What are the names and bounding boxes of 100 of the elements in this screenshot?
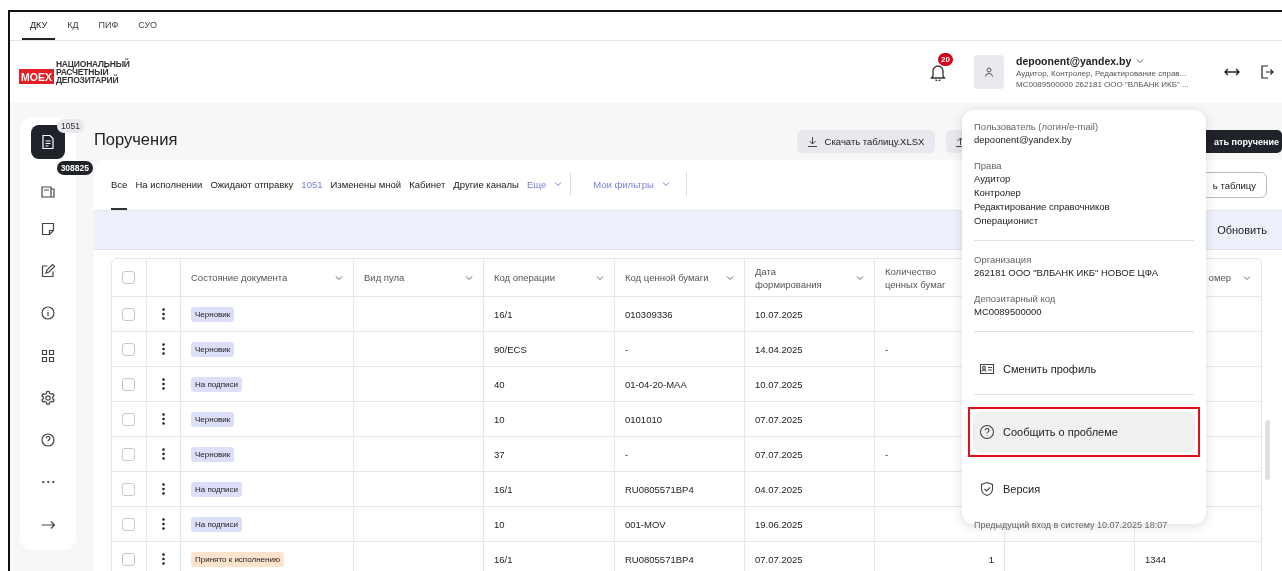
refresh-button[interactable]: Обновить (1217, 224, 1267, 236)
page-title: Поручения (94, 130, 178, 149)
filter-tab[interactable]: Изменены мной (330, 160, 402, 210)
id-card-icon (979, 361, 995, 377)
table-cell: - (885, 343, 889, 355)
table-cell: 19.06.2025 (755, 518, 803, 530)
user-roles: Аудитор, Контролер, Редактирование справ... (1016, 69, 1188, 78)
chevron-down-icon (596, 274, 604, 281)
resize-arrows-icon[interactable] (1224, 68, 1240, 76)
checkbox[interactable] (122, 552, 135, 566)
checkbox[interactable] (122, 517, 135, 531)
checkbox[interactable] (122, 342, 135, 356)
field-value: Аудитор (974, 172, 1012, 186)
menu-item[interactable]: Версия (973, 469, 1195, 509)
table-cell: RU0805571BP4 (625, 553, 694, 565)
more-vertical-icon[interactable] (162, 553, 165, 565)
status-tag: Черновик (191, 446, 235, 462)
column-header[interactable]: Состояние документа (191, 271, 343, 284)
my-filters-dropdown[interactable]: Мои фильтры (593, 160, 670, 210)
status-tag: На подписи (191, 376, 242, 392)
column-header[interactable]: Код ценной бумаги (625, 271, 734, 284)
upload-icon (956, 136, 965, 147)
table-cell: 001-MOV (625, 518, 666, 530)
status-tag: Черновик (191, 411, 235, 427)
table-cell: 04.07.2025 (755, 483, 803, 495)
table-cell: 0101010 (625, 413, 662, 425)
checkbox[interactable] (122, 271, 135, 284)
notification-badge: 20 (938, 53, 953, 66)
column-header[interactable]: Дата формирования (755, 264, 864, 291)
filter-tab[interactable]: На исполнении (135, 160, 203, 210)
top-tab[interactable]: ПИФ (90, 12, 127, 40)
logo-mark: MOEX (19, 69, 54, 84)
table-cell: RU0805571BP4 (625, 483, 694, 495)
chevron-down-icon (335, 274, 343, 281)
table-cell: 37 (494, 448, 505, 460)
count-badge: 1051 (57, 119, 84, 133)
checkbox[interactable] (122, 307, 135, 321)
table-cell: - (625, 448, 629, 460)
table-cell: 16/1 (494, 553, 513, 565)
more-vertical-icon[interactable] (162, 343, 165, 355)
field-value: depoonent@yandex.by (974, 133, 1073, 147)
more-vertical-icon[interactable] (162, 308, 165, 320)
column-header[interactable]: Код операции (494, 271, 604, 284)
menu-item[interactable]: Сменить профиль (973, 349, 1195, 389)
field-value: Операционист (974, 214, 1040, 228)
more-vertical-icon[interactable] (162, 378, 165, 390)
column-header[interactable]: Вид пула (364, 271, 473, 284)
status-tag: На подписи (191, 516, 242, 532)
filter-tab[interactable]: Другие каналы (453, 160, 519, 210)
last-login-text: Предыдущий вход в систему 10.07.2025 18:07 (974, 520, 1169, 530)
table-cell: 10 (494, 413, 505, 425)
filter-tab[interactable]: Кабинет (409, 160, 446, 210)
checkbox[interactable] (122, 377, 135, 391)
field-label: Депозитарный код (974, 292, 1057, 305)
checkbox[interactable] (122, 482, 135, 496)
bell-icon[interactable] (930, 63, 946, 81)
table-cell: 1344 (1145, 553, 1167, 565)
chevron-down-icon (856, 274, 864, 281)
more-vertical-icon[interactable] (162, 448, 165, 460)
top-tab[interactable]: ДКУ (22, 12, 56, 40)
user-email[interactable]: depoonent@yandex.by (1016, 55, 1132, 67)
chevron-down-icon (465, 274, 473, 281)
field-value: MC0089500000 (974, 305, 1043, 319)
table-cell: 01-04-20-MAA (625, 378, 687, 390)
table-cell: 07.07.2025 (755, 553, 803, 565)
table-cell: 16/1 (494, 483, 513, 495)
table-cell: 10.07.2025 (755, 308, 803, 320)
table-cell: 07.07.2025 (755, 448, 803, 460)
more-vertical-icon[interactable] (162, 518, 165, 530)
column-header[interactable]: омер (1208, 271, 1251, 284)
field-value: Контролер (974, 186, 1022, 200)
logo-text: НАЦИОНАЛЬНЫЙ РАСЧЕТНЫЙ ДЕПОЗИТАРИЙ (55, 60, 130, 84)
table-cell: 90/ECS (494, 343, 527, 355)
table-cell: 07.07.2025 (755, 413, 803, 425)
status-tag: Принято к исполнению (191, 551, 284, 567)
more-dropdown[interactable]: Еще (526, 160, 563, 210)
checkbox[interactable] (122, 412, 135, 426)
top-tab[interactable]: СУО (130, 12, 165, 40)
logout-icon[interactable] (1260, 65, 1274, 79)
checkbox[interactable] (122, 447, 135, 461)
chevron-down-icon (726, 274, 734, 281)
top-tab[interactable]: КД (59, 12, 87, 40)
table-cell: - (625, 343, 629, 355)
filter-tab[interactable]: Ожидают отправку 1051 (210, 160, 323, 210)
status-tag: Черновик (191, 306, 235, 322)
download-icon (807, 136, 817, 147)
table-cell: 1 (988, 553, 994, 565)
shield-check-icon (979, 481, 995, 497)
more-vertical-icon[interactable] (162, 413, 165, 425)
chevron-down-icon (661, 181, 670, 187)
table-cell: - (885, 448, 889, 460)
table-cell: 16/1 (494, 308, 513, 320)
more-vertical-icon[interactable] (162, 483, 165, 495)
status-tag: Черновик (191, 341, 235, 357)
status-tag: На подписи (191, 481, 242, 497)
menu-item[interactable]: Сообщить о проблеме (973, 412, 1195, 452)
field-value: 262181 ООО "ВЛБАНК ИКБ" НОВОЕ ЦФА (974, 266, 1159, 280)
table-cell: 10 (494, 518, 505, 530)
download-button[interactable]: Скачать таблицу.XLSX (797, 130, 935, 153)
help-icon (979, 424, 995, 440)
